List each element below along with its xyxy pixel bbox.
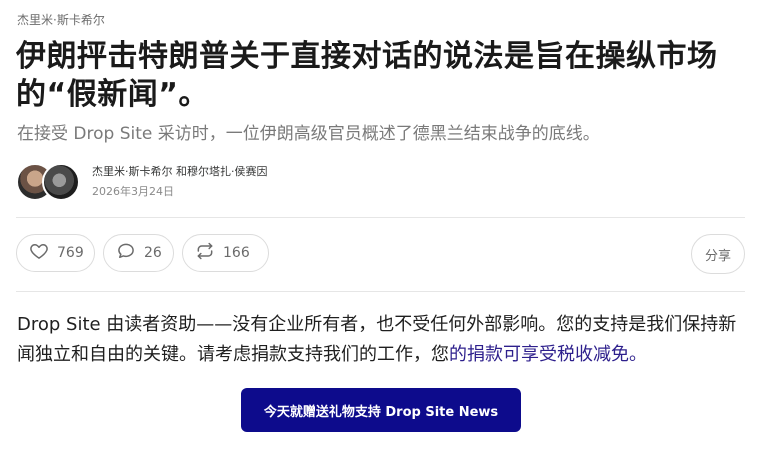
divider [16, 291, 745, 292]
author-names[interactable]: 杰里米·斯卡希尔 和穆尔塔扎·侯赛因 [92, 163, 268, 179]
byline-text: 杰里米·斯卡希尔 和穆尔塔扎·侯赛因 2026年3月24日 [92, 163, 268, 199]
donate-button[interactable]: 今天就赠送礼物支持 Drop Site News [241, 388, 521, 432]
like-button[interactable]: 769 [16, 234, 95, 272]
like-count: 769 [57, 245, 84, 261]
comment-button[interactable]: 26 [103, 234, 174, 272]
publish-date: 2026年3月24日 [92, 185, 174, 198]
support-message: Drop Site 由读者资助——没有企业所有者，也不受任何外部影响。您的支持是… [17, 310, 747, 370]
author-avatars[interactable] [16, 161, 82, 201]
comment-count: 26 [144, 245, 162, 261]
post-page: 杰里米·斯卡希尔 伊朗抨击特朗普关于直接对话的说法是旨在操纵市场的“假新闻”。 … [0, 0, 778, 452]
section-label[interactable]: 杰里米·斯卡希尔 [17, 11, 105, 28]
comment-bubble-icon [116, 241, 136, 265]
restack-count: 166 [223, 245, 250, 261]
heart-icon [29, 241, 49, 265]
restack-arrows-icon [195, 241, 215, 265]
post-title: 伊朗抨击特朗普关于直接对话的说法是旨在操纵市场的“假新闻”。 [16, 39, 718, 112]
tax-deductible-link[interactable]: 的捐款可享受税收减免。 [449, 344, 647, 365]
divider [16, 217, 745, 218]
restack-button[interactable]: 166 [182, 234, 269, 272]
avatar[interactable] [42, 163, 80, 201]
byline: 杰里米·斯卡希尔 和穆尔塔扎·侯赛因 2026年3月24日 [16, 160, 268, 202]
share-button[interactable]: 分享 [691, 234, 745, 274]
post-subtitle: 在接受 Drop Site 采访时，一位伊朗高级官员概述了德黑兰结束战争的底线。 [17, 124, 600, 144]
post-actions: 769 26 166 [16, 234, 269, 272]
